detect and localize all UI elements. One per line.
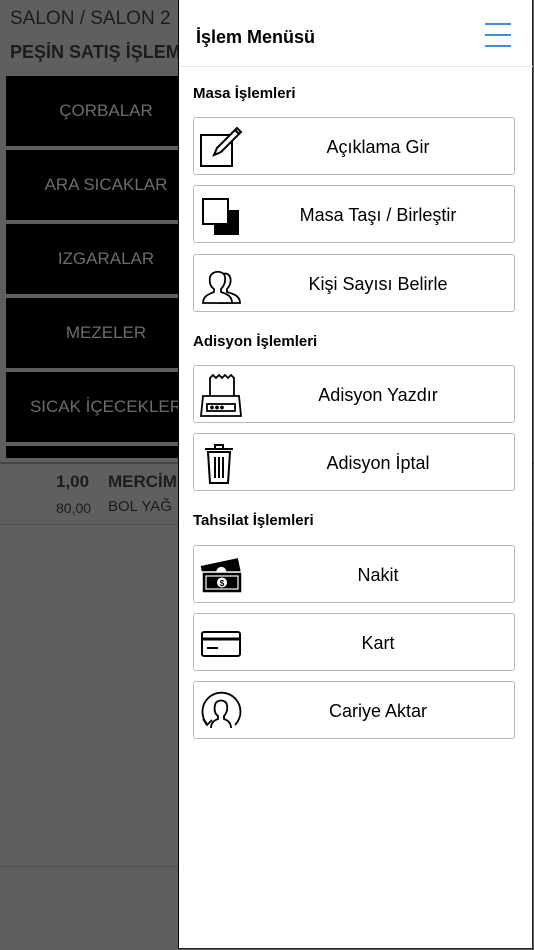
guest-count-button[interactable]: Kişi Sayısı Belirle: [193, 254, 515, 312]
category-item-mezeler[interactable]: MEZELER: [6, 298, 206, 368]
breadcrumb: SALON / SALON 2: [10, 8, 171, 29]
order-item-name: MERCİM: [108, 472, 177, 491]
app-screen: SALON / SALON 2 PEŞİN SATIŞ İŞLEM ÇORBAL…: [0, 0, 534, 950]
edit-note-icon: [198, 124, 244, 170]
menu-item-label: Nakit: [357, 565, 399, 585]
print-receipt-button[interactable]: Adisyon Yazdır: [193, 365, 515, 423]
menu-item-label: Adisyon İptal: [326, 453, 430, 473]
people-icon: [198, 261, 244, 307]
drawer-title: İşlem Menüsü: [196, 27, 316, 47]
move-merge-table-icon: [198, 192, 244, 238]
menu-item-label: Açıklama Gir: [326, 137, 430, 157]
page-subtitle: PEŞİN SATIŞ İŞLEM: [10, 42, 181, 62]
order-quantity: 1,00: [56, 472, 90, 491]
menu-item-label: Adisyon Yazdır: [318, 385, 438, 405]
section-heading-adisyon: Adisyon İşlemleri: [193, 333, 318, 350]
action-menu-drawer: İşlem Menüsü Masa İşlemleri Açıklama Gir: [178, 0, 533, 949]
trash-icon: [198, 440, 244, 486]
transfer-to-account-button[interactable]: Cariye Aktar: [193, 681, 515, 739]
receipt-printer-icon: [198, 372, 244, 418]
cash-icon: $: [198, 552, 244, 598]
section-heading-tahsilat: Tahsilat İşlemleri: [193, 512, 314, 529]
svg-text:$: $: [220, 579, 225, 588]
menu-item-label: Masa Taşı / Birleştir: [299, 205, 457, 225]
description-button[interactable]: Açıklama Gir: [193, 117, 515, 175]
category-item-partial: [6, 446, 206, 458]
order-price: 80,00: [56, 500, 92, 516]
card-payment-button[interactable]: Kart: [193, 613, 515, 671]
cash-payment-button[interactable]: $ Nakit: [193, 545, 515, 603]
header-divider: [179, 66, 533, 67]
customer-transfer-icon: [198, 688, 244, 734]
menu-item-label: Cariye Aktar: [328, 701, 428, 721]
order-note: BOL YAĞ: [108, 498, 172, 515]
category-item-corbalar[interactable]: ÇORBALAR: [6, 76, 206, 146]
menu-item-label: Kart: [361, 633, 395, 653]
section-heading-masa: Masa İşlemleri: [193, 85, 296, 102]
hamburger-menu-icon[interactable]: [485, 22, 511, 48]
menu-item-label: Kişi Sayısı Belirle: [308, 274, 448, 294]
cancel-receipt-button[interactable]: Adisyon İptal: [193, 433, 515, 491]
category-item-sicak-icecekler[interactable]: SICAK İÇECEKLER: [6, 372, 206, 442]
move-merge-table-button[interactable]: Masa Taşı / Birleştir: [193, 185, 515, 243]
credit-card-icon: [198, 620, 244, 666]
category-item-ara-sicaklar[interactable]: ARA SICAKLAR: [6, 150, 206, 220]
category-item-izgaralar[interactable]: IZGARALAR: [6, 224, 206, 294]
